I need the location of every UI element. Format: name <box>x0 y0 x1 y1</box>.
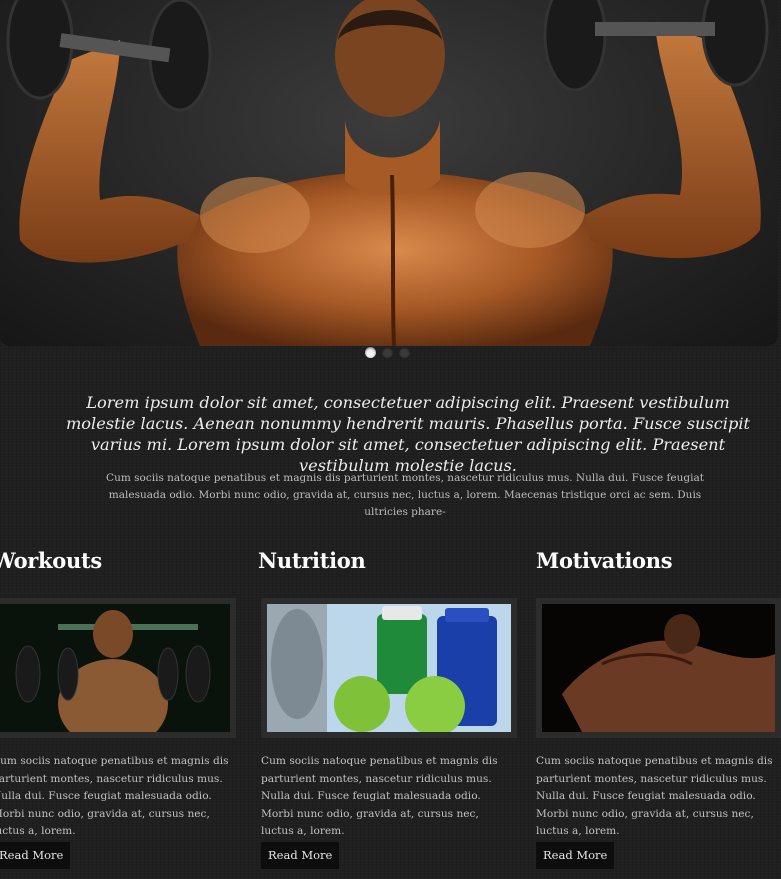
bodybuilder-back-image <box>6 0 769 346</box>
nutrition-thumbnail[interactable] <box>261 598 517 738</box>
read-more-button[interactable]: Read More <box>261 842 340 869</box>
intro-lead-text: Lorem ipsum dolor sit amet, consectetuer… <box>65 393 751 475</box>
column-title: Workouts <box>0 548 102 573</box>
column-text: Cum sociis natoque penatibus et magnis d… <box>536 755 773 837</box>
column-text: Cum sociis natoque penatibus et magnis d… <box>0 755 229 837</box>
read-more-button[interactable]: Read More <box>536 842 615 869</box>
intro-body-text: Cum sociis natoque penatibus et magnis d… <box>106 472 704 518</box>
motivations-image <box>542 604 775 732</box>
column-motivations: Motivations Cum sociis natoque penatibus… <box>536 548 781 869</box>
slider-dot-3[interactable] <box>399 347 410 358</box>
slider-pagination <box>365 347 410 358</box>
column-workouts: Workouts Cum sociis natoque penatibus et… <box>0 548 252 869</box>
workouts-thumbnail[interactable] <box>0 598 236 738</box>
slider-dot-1[interactable] <box>365 347 376 358</box>
workouts-image <box>0 604 230 732</box>
hero-slider-image <box>0 0 778 346</box>
column-nutrition: Nutrition Cum sociis natoque penatibus e… <box>258 548 518 869</box>
slider-dot-2[interactable] <box>382 347 393 358</box>
read-more-button[interactable]: Read More <box>0 842 71 869</box>
column-text: Cum sociis natoque penatibus et magnis d… <box>261 755 498 837</box>
column-title: Motivations <box>536 548 673 573</box>
motivations-thumbnail[interactable] <box>536 598 781 738</box>
column-title: Nutrition <box>258 548 366 573</box>
nutrition-image <box>267 604 511 732</box>
